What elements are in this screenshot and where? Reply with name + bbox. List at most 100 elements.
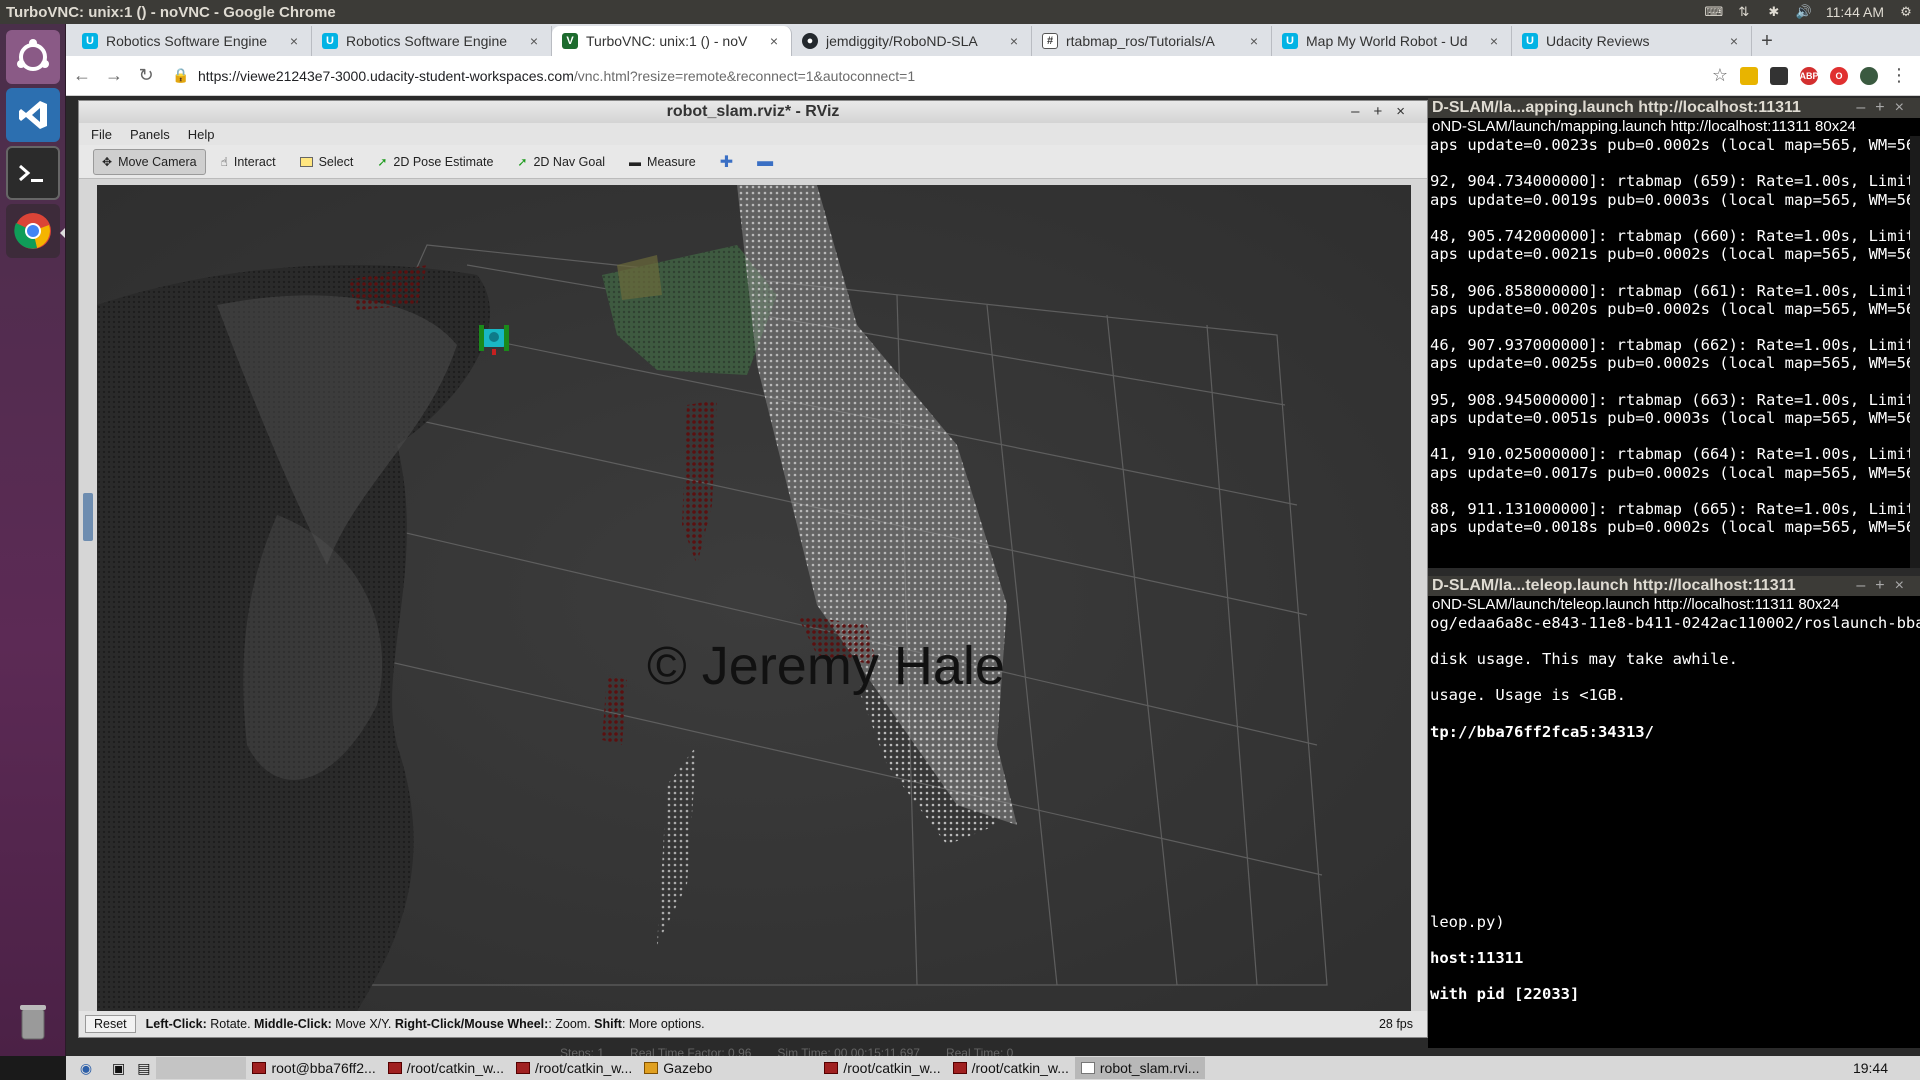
plus-icon: ✚ (719, 153, 734, 171)
start-icon[interactable]: ◉ (66, 1057, 106, 1079)
lock-extension-icon[interactable] (1740, 66, 1758, 85)
desktop-icon[interactable]: ▤ (131, 1057, 156, 1079)
taskbar-item-catkin-4[interactable]: /root/catkin_w... (947, 1057, 1075, 1079)
menu-file[interactable]: File (91, 127, 112, 142)
close-icon[interactable]: × (1007, 33, 1021, 49)
browser-toolbar: ← → ↻ 🔒 https://viewe21243e7-3000.udacit… (66, 56, 1920, 96)
top-panel: TurboVNC: unix:1 () - noVNC - Google Chr… (0, 0, 1920, 24)
extension-icon[interactable] (1770, 66, 1788, 85)
address-bar[interactable]: 🔒 https://viewe21243e7-3000.udacity-stud… (172, 61, 1712, 91)
taskbar-item-gazebo[interactable]: Gazebo (638, 1057, 718, 1079)
taskbar-item-catkin-2[interactable]: /root/catkin_w... (510, 1057, 638, 1079)
terminal-title: D-SLAM/la...apping.launch http://localho… (1428, 98, 1920, 118)
avatar[interactable] (1860, 66, 1878, 85)
close-icon[interactable]: × (287, 33, 301, 49)
camera-icon: ✥ (102, 154, 113, 169)
terminal-subtitle: oND-SLAM/launch/mapping.launch http://lo… (1428, 118, 1920, 136)
taskbar: ◉ ▣ ▤ root@bba76ff2... /root/catkin_w...… (66, 1056, 1920, 1080)
file-manager-icon[interactable]: ▣ (106, 1057, 131, 1079)
vscode-icon[interactable] (6, 88, 60, 142)
rviz-statusbar: Reset Left-Click: Rotate. Middle-Click: … (79, 1011, 1427, 1037)
tab-turbovnc[interactable]: V TurboVNC: unix:1 () - noV × (552, 26, 792, 56)
tab-github[interactable]: ● jemdiggity/RoboND-SLA × (792, 26, 1032, 56)
adblock-icon[interactable]: ABP (1800, 66, 1819, 85)
url-host: https://viewe21243e7-3000.udacity-studen… (198, 67, 574, 84)
interact-tool[interactable]: ☝ Interact (212, 149, 285, 175)
wiki-icon: # (1042, 33, 1058, 49)
gear-icon[interactable]: ⚙ (1898, 4, 1914, 19)
terminal-line: host:11311 (1430, 949, 1524, 968)
tab-map-my-world[interactable]: U Map My World Robot - Ud × (1272, 26, 1512, 56)
pose-estimate-tool[interactable]: ➚ 2D Pose Estimate (368, 149, 502, 175)
window-controls[interactable]: –+× (1351, 101, 1419, 123)
tab-udacity-reviews[interactable]: U Udacity Reviews × (1512, 26, 1752, 56)
ruler-icon: ▬ (629, 154, 642, 169)
remove-tool-button[interactable]: ▬ (748, 149, 782, 175)
pose-arrow-icon: ➚ (377, 154, 388, 169)
close-icon[interactable]: × (1247, 33, 1261, 49)
taskbar-item-catkin-1[interactable]: /root/catkin_w... (382, 1057, 510, 1079)
rviz-window[interactable]: robot_slam.rviz* - RViz –+× File Panels H… (78, 100, 1428, 1038)
terminal-mapping[interactable]: D-SLAM/la...apping.launch http://localho… (1428, 98, 1920, 568)
github-icon: ● (802, 33, 818, 49)
terminal-output: aps update=0.0023s pub=0.0002s (local ma… (1430, 136, 1920, 537)
forward-icon[interactable]: → (98, 65, 130, 86)
left-panel-handle[interactable] (83, 493, 93, 541)
keyboard-icon[interactable]: ⌨ (1705, 4, 1724, 19)
launcher (0, 24, 66, 1056)
workspace-switcher[interactable] (156, 1057, 247, 1079)
terminal-icon[interactable] (6, 146, 60, 200)
chrome-icon[interactable] (6, 204, 60, 258)
tab-strip: U Robotics Software Engine × U Robotics Sof… (66, 24, 1920, 56)
rviz-titlebar[interactable]: robot_slam.rviz* - RViz –+× (79, 101, 1427, 123)
extension-icons: ☆ ABP O ⋮ (1712, 65, 1920, 86)
menu-help[interactable]: Help (188, 127, 215, 142)
terminal-line: tp://bba76ff2fca5:34313/ (1430, 722, 1654, 741)
reset-button[interactable]: Reset (85, 1015, 136, 1033)
window-controls[interactable]: –+× (1856, 576, 1914, 596)
network-icon[interactable]: ⇅ (1736, 4, 1752, 19)
terminal-line: usage. Usage is <1GB. (1430, 686, 1626, 705)
volume-icon[interactable]: 🔊 (1796, 4, 1812, 19)
menu-panels[interactable]: Panels (130, 127, 170, 142)
taskbar-item-rviz[interactable]: robot_slam.rvi... (1074, 1057, 1206, 1079)
terminal-teleop[interactable]: D-SLAM/la...teleop.launch http://localho… (1428, 576, 1920, 1048)
rviz-toolbar: ✥ Move Camera ☝ Interact Select ➚ 2D Pose E… (79, 145, 1427, 179)
add-tool-button[interactable]: ✚ (711, 149, 742, 175)
back-icon[interactable]: ← (66, 65, 98, 86)
taskbar-clock: 19:44 (1852, 1060, 1888, 1076)
tab-rtabmap[interactable]: # rtabmap_ros/Tutorials/A × (1032, 26, 1272, 56)
close-icon[interactable]: × (1727, 33, 1741, 49)
hand-icon: ☝ (220, 154, 228, 169)
terminal-subtitle: oND-SLAM/launch/teleop.launch http://loc… (1428, 596, 1920, 614)
move-camera-tool[interactable]: ✥ Move Camera (93, 148, 206, 175)
trash-icon[interactable] (6, 994, 60, 1048)
scrollbar[interactable] (1910, 136, 1920, 568)
tab-robotics-1[interactable]: U Robotics Software Engine × (72, 26, 312, 56)
close-icon[interactable]: × (527, 33, 541, 49)
close-icon[interactable]: × (767, 33, 781, 49)
taskbar-item-root-terminal[interactable]: root@bba76ff2... (246, 1057, 381, 1079)
select-tool[interactable]: Select (291, 149, 363, 175)
bluetooth-icon[interactable]: ✱ (1766, 4, 1782, 19)
close-icon[interactable]: × (1487, 33, 1501, 49)
menu-icon[interactable]: ⋮ (1890, 65, 1908, 86)
ubuntu-dash-icon[interactable] (6, 30, 60, 84)
window-title: TurboVNC: unix:1 () - noVNC - Google Chr… (6, 3, 336, 21)
3d-viewport[interactable]: © Jeremy Hale (97, 185, 1411, 1011)
taskbar-item-catkin-3[interactable]: /root/catkin_w... (818, 1057, 946, 1079)
star-icon[interactable]: ☆ (1712, 65, 1728, 86)
window-controls[interactable]: –+× (1856, 98, 1914, 118)
tab-robotics-2[interactable]: U Robotics Software Engine × (312, 26, 552, 56)
terminal-line: disk usage. This may take awhile. (1430, 650, 1738, 669)
measure-tool[interactable]: ▬ Measure (620, 149, 705, 175)
minus-icon: ▬ (757, 152, 774, 170)
nav-goal-tool[interactable]: ➚ 2D Nav Goal (508, 149, 614, 175)
new-tab-button[interactable]: + (1752, 26, 1782, 56)
fps-counter: 28 fps (1378, 1017, 1413, 1031)
reload-icon[interactable]: ↻ (130, 65, 162, 86)
url-path: /vnc.html?resize=remote&reconnect=1&auto… (573, 67, 916, 84)
clock[interactable]: 11:44 AM (1826, 4, 1884, 20)
opera-icon[interactable]: O (1830, 66, 1848, 85)
lock-icon: 🔒 (172, 67, 190, 83)
